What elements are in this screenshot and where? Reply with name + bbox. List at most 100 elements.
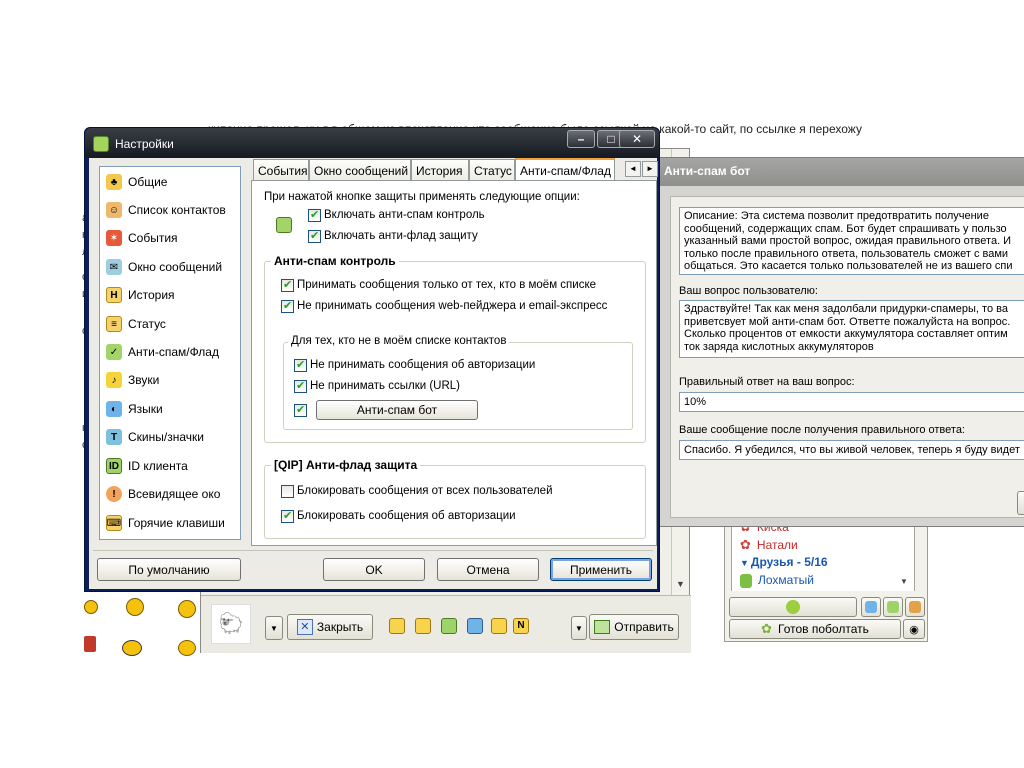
eye-icon: !: [106, 486, 122, 502]
block-all-checkbox[interactable]: [281, 485, 294, 498]
status-button[interactable]: ✿ Готов поболтать: [729, 619, 901, 639]
answer-input[interactable]: 10%: [679, 392, 1024, 412]
scroll-down-icon[interactable]: ▼: [676, 579, 685, 589]
contact-list-items: ✿Киска ✿Натали ▼Друзья - 5/16 Лохматый ▼: [731, 519, 915, 591]
smiley-icon: [122, 640, 142, 656]
privacy-icon: [909, 601, 921, 613]
tab-scroll-right-icon[interactable]: ►: [642, 161, 658, 177]
history-icon: H: [106, 287, 122, 303]
tab-scroll-left-icon[interactable]: ◄: [625, 161, 641, 177]
contacts-icon: ☺: [106, 202, 122, 218]
nav-events[interactable]: ✶ События: [106, 227, 178, 249]
antispam-bot-checkbox[interactable]: [294, 403, 307, 417]
status-icon: ≡: [106, 316, 122, 332]
chat-menu-dropdown[interactable]: ▼: [265, 616, 283, 640]
apply-button[interactable]: Применить: [550, 558, 652, 581]
settings-window: Настройки – □ ✕ ♣ Общие ☺ Список контактов…: [84, 127, 660, 592]
id-card-icon[interactable]: [441, 618, 457, 634]
enable-antispam-checkbox[interactable]: [308, 208, 321, 222]
protection-intro: При нажатой кнопке защиты применять след…: [264, 191, 580, 203]
antispam-group: Анти-спам контроль Принимать сообщения т…: [264, 254, 646, 443]
flower-icon: ✿: [740, 537, 751, 552]
not-in-list-group-title: Для тех, кто не в моём списке контактов: [288, 335, 510, 347]
settings-tabs: События Окно сообщений История Статус Ан…: [253, 158, 659, 182]
tab-history[interactable]: История: [411, 159, 469, 181]
defaults-button[interactable]: По умолчанию: [97, 558, 241, 581]
close-window-button[interactable]: ✕: [619, 130, 655, 148]
nav-hotkeys[interactable]: ⌨ Горячие клавиши: [106, 512, 225, 534]
nav-sounds[interactable]: ♪ Звуки: [106, 369, 159, 391]
antiflood-group-title: [QIP] Анти-флад защита: [271, 458, 421, 472]
only-from-list-checkbox[interactable]: [281, 278, 294, 292]
after-answer-input[interactable]: Спасибо. Я убедился, что вы живой челове…: [679, 440, 1024, 460]
send-menu-dropdown[interactable]: ▼: [571, 616, 587, 640]
nav-skins[interactable]: T Скины/значки: [106, 426, 204, 448]
tab-events[interactable]: События: [253, 159, 309, 181]
antispam-bot-button[interactable]: Анти-спам бот: [316, 400, 478, 420]
answer-label: Правильный ответ на ваш вопрос:: [679, 376, 855, 388]
scroll-down-icon[interactable]: ▼: [900, 577, 908, 586]
contacts-icon: [865, 601, 877, 613]
no-web-pager-checkbox[interactable]: [281, 299, 294, 313]
no-auth-label: Не принимать сообщения об авторизации: [310, 359, 536, 371]
smiley-icon: [84, 636, 96, 652]
contact-item[interactable]: ✿ Натали: [740, 537, 798, 553]
client-id-icon: ID: [106, 458, 122, 474]
tab-message-window[interactable]: Окно сообщений: [309, 159, 411, 181]
after-answer-label: Ваше сообщение после получения правильно…: [679, 424, 965, 436]
contact-list: ✿Киска ✿Натали ▼Друзья - 5/16 Лохматый ▼…: [724, 518, 928, 642]
nav-message-window[interactable]: ✉ Окно сообщений: [106, 256, 222, 278]
sounds-icon: ♪: [106, 372, 122, 388]
settings-nav: ♣ Общие ☺ Список контактов ✶ События ✉ Окно …: [99, 166, 241, 540]
tab-status[interactable]: Статус: [469, 159, 515, 181]
antiflood-group: [QIP] Анти-флад защита Блокировать сообщ…: [264, 458, 646, 539]
not-in-list-group: Для тех, кто не в моём списке контактов …: [283, 335, 633, 430]
smiley-row: [82, 596, 200, 656]
status-flower-icon: ✿: [761, 621, 773, 636]
users-icon[interactable]: [467, 618, 483, 634]
only-from-list-label: Принимать сообщения только от тех, кто в…: [297, 279, 597, 291]
quote-icon[interactable]: [389, 618, 405, 634]
n-icon[interactable]: N: [513, 618, 529, 634]
smiley-picker-icon[interactable]: [491, 618, 507, 634]
question-textarea[interactable]: Здраствуйте! Так как меня задолбали прид…: [679, 300, 1024, 358]
antispam-tool-button[interactable]: [883, 597, 903, 617]
user-avatar: 🐑: [211, 604, 251, 644]
contacts-tool-button[interactable]: [861, 597, 881, 617]
question-label: Ваш вопрос пользователю:: [679, 285, 818, 297]
contact-group[interactable]: ▼ Друзья - 5/16: [740, 555, 828, 569]
privacy-tool-button[interactable]: [905, 597, 925, 617]
events-icon: ✶: [106, 230, 122, 246]
ok-button[interactable]: OK: [323, 558, 425, 581]
close-chat-button[interactable]: ✕ Закрыть: [287, 614, 373, 640]
tab-antispam[interactable]: Анти-спам/Флад: [515, 158, 615, 182]
window-title: Настройки: [115, 137, 174, 151]
enable-antiflood-checkbox[interactable]: [308, 229, 321, 243]
skins-icon: T: [106, 429, 122, 445]
bot-dialog-button[interactable]: [1017, 491, 1024, 515]
cancel-button[interactable]: Отмена: [437, 558, 539, 581]
nav-contacts[interactable]: ☺ Список контактов: [106, 199, 226, 221]
nav-antispam[interactable]: ✓ Анти-спам/Флад: [106, 341, 219, 363]
enable-antispam-label: Включать анти-спам контроль: [324, 209, 485, 221]
nav-general[interactable]: ♣ Общие: [106, 171, 167, 193]
send-icon: [594, 620, 611, 634]
nav-history[interactable]: H История: [106, 284, 175, 306]
minimize-button[interactable]: –: [567, 130, 595, 148]
qip-app-icon: [93, 136, 109, 152]
general-icon: ♣: [106, 174, 122, 190]
nav-status[interactable]: ≡ Статус: [106, 313, 166, 335]
antispam-icon: ✓: [106, 344, 122, 360]
xstatus-button[interactable]: ◉: [903, 619, 925, 639]
nav-all-seeing-eye[interactable]: ! Всевидящее око: [106, 483, 220, 505]
no-auth-checkbox[interactable]: [294, 358, 307, 372]
nav-languages[interactable]: ◐ Языки: [106, 398, 163, 420]
send-button[interactable]: Отправить: [589, 614, 679, 640]
main-menu-button[interactable]: [729, 597, 857, 617]
chat-toolbar: 🐑 ▼ ✕ Закрыть N ▼ Отправить: [201, 595, 691, 653]
nav-client-id[interactable]: ID ID клиента: [106, 455, 188, 477]
contact-item[interactable]: Лохматый: [740, 573, 814, 588]
no-links-checkbox[interactable]: [294, 379, 307, 393]
list-icon[interactable]: [415, 618, 431, 634]
block-auth-checkbox[interactable]: [281, 509, 294, 523]
